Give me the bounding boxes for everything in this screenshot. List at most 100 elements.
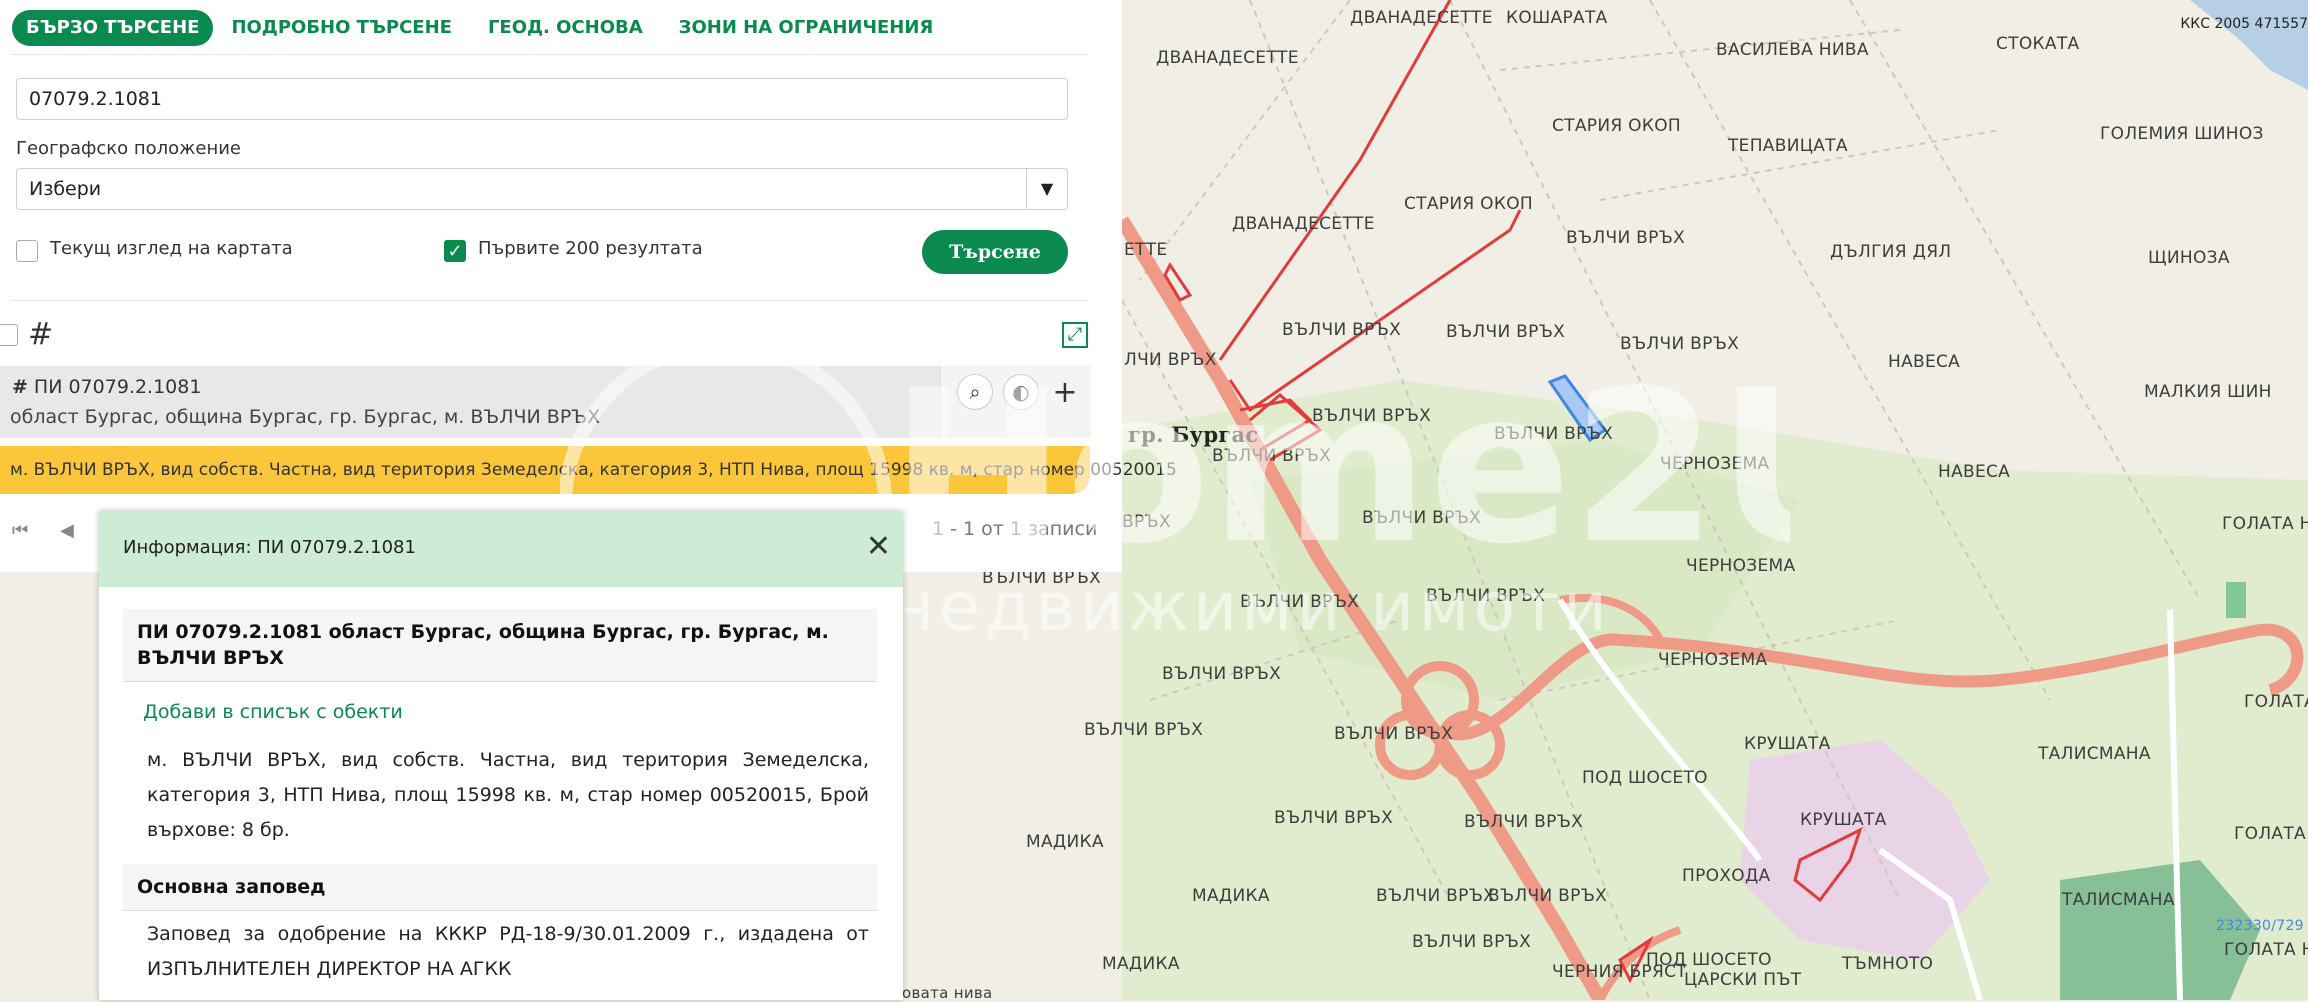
result-details-bar: м. ВЪЛЧИ ВРЪХ, вид собств. Частна, вид т… xyxy=(0,446,1177,494)
info-popup: Информация: ПИ 07079.2.1081 ✕ ПИ 07079.2… xyxy=(99,511,903,1000)
map-label: ВРЪХ xyxy=(1122,512,1171,532)
map-label: ГОЛЕМИЯ ШИНОЗ xyxy=(2100,124,2264,144)
close-icon[interactable]: ✕ xyxy=(866,529,891,564)
map-label: НАВЕСА xyxy=(1938,462,2011,482)
result-location: област Бургас, община Бургас, гр. Бургас… xyxy=(10,406,601,428)
tab-restriction-zones[interactable]: ЗОНИ НА ОГРАНИЧЕНИЯ xyxy=(661,10,952,46)
map-label: МАДИКА xyxy=(1192,886,1270,906)
map-label: ДВАНАДЕСЕТТЕ xyxy=(1232,214,1375,234)
map-label: ДЪЛГИЯ ДЯЛ xyxy=(1830,242,1952,262)
zoom-to-results-icon[interactable]: ⤢ xyxy=(1062,322,1088,348)
map-label: НАВЕСА xyxy=(1888,352,1961,372)
map-label: ВЪЛЧИ ВРЪХ xyxy=(1334,724,1454,744)
map-label: ЕТТЕ xyxy=(1124,240,1168,260)
first-200-label: Първите 200 резултата xyxy=(478,238,703,259)
map-label: ВЪЛЧИ ВРЪХ xyxy=(1464,812,1584,832)
parcel-grid-icon: # xyxy=(12,376,28,398)
map-label: КРУШАТА xyxy=(1800,810,1887,830)
pager: ⏮ ◀ xyxy=(12,520,74,541)
map-label: ДВАНАДЕСЕТТЕ xyxy=(1156,48,1299,68)
first-page-icon[interactable]: ⏮ xyxy=(12,520,28,541)
map-label: ВЪЛЧИ ВРЪХ xyxy=(1362,508,1482,528)
add-icon[interactable]: + xyxy=(1047,374,1083,410)
map-label: ЛЧИ ВРЪХ xyxy=(1124,350,1217,370)
geo-position-select[interactable]: Избери ▼ xyxy=(16,168,1068,210)
map-label: ТЪМНОТО xyxy=(1842,954,1934,974)
search-button[interactable]: Търсене xyxy=(922,230,1068,274)
map-label: ЩИНОЗА xyxy=(2148,248,2230,268)
map-label: ВЪЛЧИ ВРЪХ xyxy=(1274,808,1394,828)
current-view-label: Текущ изглед на картата xyxy=(50,238,293,259)
map-label: ВЪЛЧИ ВРЪХ xyxy=(1162,664,1282,684)
map-label: КРУШАТА xyxy=(1744,734,1831,754)
map-label: ЧЕРНИЯ БРЯСТ xyxy=(1552,962,1687,982)
map-label: ВЪЛЧИ ВРЪХ xyxy=(1412,932,1532,952)
tab-quick-search[interactable]: БЪРЗО ТЪРСЕНЕ xyxy=(12,10,214,46)
tab-detailed-search[interactable]: ПОДРОБНО ТЪРСЕНЕ xyxy=(213,10,470,46)
coordinate-system-label: ККС 2005 471557 xyxy=(2180,16,2308,32)
map-label: ВАСИЛЕВА НИВА xyxy=(1716,40,1869,60)
prev-page-icon[interactable]: ◀ xyxy=(60,520,74,541)
map-label: ВЪЛЧИ ВРЪХ xyxy=(1376,886,1496,906)
search-input[interactable]: 07079.2.1081 xyxy=(16,78,1068,120)
first-200-checkbox[interactable]: ✓ xyxy=(444,240,466,262)
map-label: ВЪЛЧИ ВРЪХ xyxy=(1446,322,1566,342)
map-label: ВЪЛЧИ ВРЪХ xyxy=(1620,334,1740,354)
chevron-down-icon[interactable]: ▼ xyxy=(1026,169,1067,209)
map-label: МАДИКА xyxy=(1026,832,1104,852)
contrast-icon[interactable]: ◐ xyxy=(1003,374,1039,410)
add-to-list-link[interactable]: Добави в списък с обекти xyxy=(143,701,403,723)
map-label: ДВАНАДЕСЕТТЕ xyxy=(1350,8,1493,28)
map-label: СТАРИЯ ОКОП xyxy=(1404,194,1533,214)
result-row[interactable]: # ПИ 07079.2.1081 област Бургас, община Б… xyxy=(0,366,1091,438)
main-order-text: Заповед за одобрение на КККР РД-18-9/30.… xyxy=(147,923,869,980)
map-label: ЧЕРНОЗЕМА xyxy=(1686,556,1796,576)
divider xyxy=(12,54,1088,55)
map-label: ГОЛАТА Н xyxy=(2224,940,2308,960)
map-label: ВЪЛЧИ ВРЪХ xyxy=(1212,446,1332,466)
result-tools: ⌕ ◐ + xyxy=(940,366,1091,438)
result-title-text: ПИ 07079.2.1081 xyxy=(33,376,202,398)
map-label: ГОЛАТА xyxy=(2244,692,2308,712)
info-popup-header: Информация: ПИ 07079.2.1081 ✕ xyxy=(99,511,903,587)
map-label: ЦАРСКИ ПЪТ xyxy=(1684,970,1802,990)
map-label: ВЪЛЧИ ВРЪХ xyxy=(1282,320,1402,340)
map-label: ВЪЛЧИ ВРЪХ xyxy=(1426,586,1546,606)
map-label: ТАЛИСМАНА xyxy=(2062,890,2175,910)
main-order-title: Основна заповед xyxy=(137,876,326,898)
map-label: ТЕПАВИЦАТА xyxy=(1728,136,1848,156)
zoom-search-icon[interactable]: ⌕ xyxy=(957,374,993,410)
parcel-title-section: ПИ 07079.2.1081 област Бургас, община Бу… xyxy=(123,609,877,682)
parcel-description: м. ВЪЛЧИ ВРЪХ, вид собств. Частна, вид т… xyxy=(147,749,869,841)
current-view-checkbox[interactable] xyxy=(16,240,38,262)
result-details: м. ВЪЛЧИ ВРЪХ, вид собств. Частна, вид т… xyxy=(10,460,1177,480)
map-label: ВЪЛЧИ ВРЪХ xyxy=(1312,406,1432,426)
map-label: ЧЕРНОЗЕМА xyxy=(1660,454,1770,474)
map-label: ВЪЛЧИ ВРЪХ xyxy=(1566,228,1686,248)
info-popup-title: Информация: ПИ 07079.2.1081 xyxy=(123,537,416,558)
map-label: МАДИКА xyxy=(1102,954,1180,974)
map-label: СТАРИЯ ОКОП xyxy=(1552,116,1681,136)
pager-info: 1 - 1 от 1 записи xyxy=(932,518,1098,540)
map-label: ГОЛАТА Н xyxy=(2222,514,2308,534)
divider xyxy=(12,300,1088,301)
search-tabs: БЪРЗО ТЪРСЕНЕ ПОДРОБНО ТЪРСЕНЕ ГЕОД. ОСН… xyxy=(12,10,951,46)
parcel-title: ПИ 07079.2.1081 област Бургас, община Бу… xyxy=(137,621,829,669)
map-label: ЧЕРНОЗЕМА xyxy=(1658,650,1768,670)
map-label: ВЪЛЧИ ВРЪХ xyxy=(1494,424,1614,444)
map-label: ВЪЛЧИ ВРЪХ xyxy=(1240,592,1360,612)
select-all-checkbox[interactable] xyxy=(0,324,18,346)
map-city-label: гр. Бургас xyxy=(1128,422,1259,447)
parcel-grid-icon: # xyxy=(28,317,54,352)
map-label: МАЛКИЯ ШИН xyxy=(2144,382,2272,402)
map-label: овата нива xyxy=(902,984,993,1002)
map-coordinate-label: 232330/729 xyxy=(2216,918,2304,934)
map-label: КОШАРАТА xyxy=(1506,8,1608,28)
tab-geodetic-base[interactable]: ГЕОД. ОСНОВА xyxy=(470,10,661,46)
map-label: ВЪЛЧИ ВРЪХ xyxy=(1488,886,1608,906)
geo-position-selected: Избери xyxy=(29,178,102,200)
check-icon: ✓ xyxy=(447,240,463,262)
geo-position-label: Географско положение xyxy=(16,138,241,159)
map-label: ВЪЛЧИ ВРЪХ xyxy=(1084,720,1204,740)
map-label: ПРОХОДА xyxy=(1682,866,1771,886)
